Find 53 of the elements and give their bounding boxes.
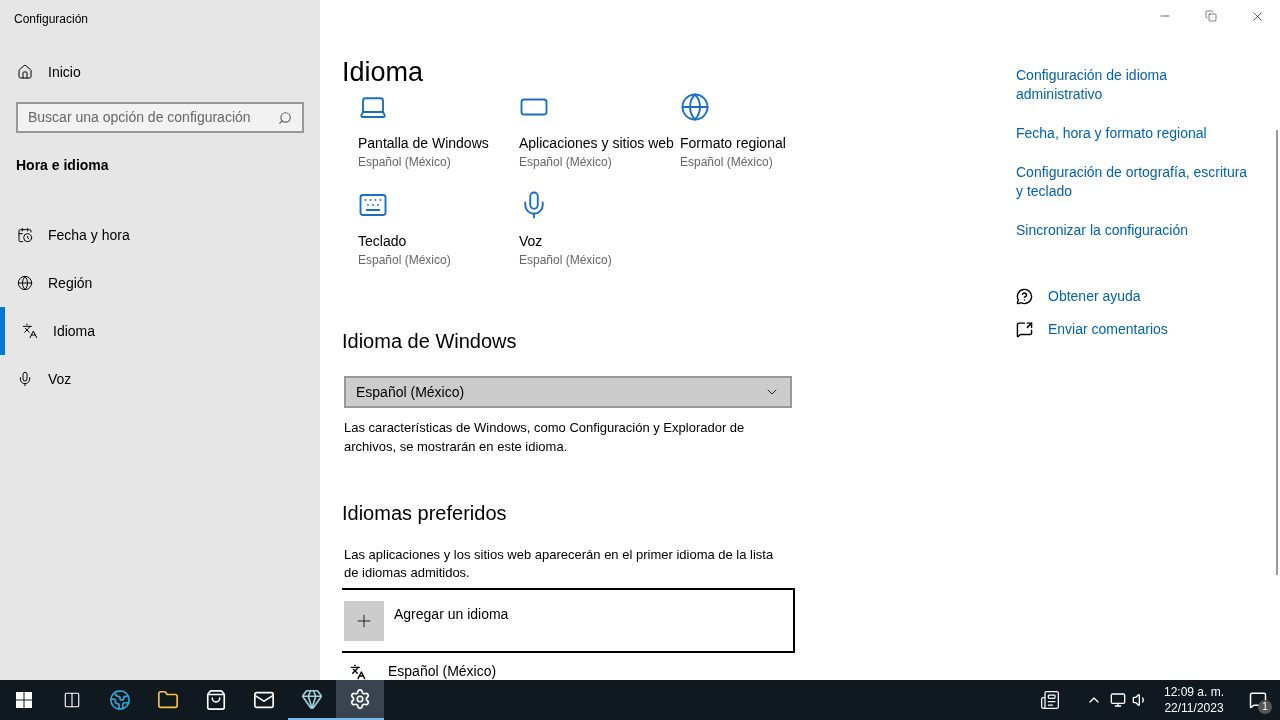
notification-badge: 1 [1258,700,1272,714]
clock[interactable]: 12:09 a. m. 22/11/2023 [1156,684,1232,716]
globe-icon [680,92,710,122]
related-link[interactable]: Fecha, hora y formato regional [1016,124,1256,143]
section-heading: Hora e idioma [15,156,110,175]
nav-item[interactable]: Fecha y hora [0,211,320,259]
language-tile[interactable]: Teclado Español (México) [358,190,519,270]
crystal-app-icon [301,688,323,710]
window-title: Configuración [13,11,90,28]
notification-icon [1249,691,1267,709]
language-item[interactable]: Español (México) [350,661,842,680]
nav-item[interactable]: Idioma [0,307,320,355]
description-text: Las aplicaciones y los sitios web aparecerán en el primer idioma de la lista de idiomas admitidos. [344,546,775,582]
help-chat-icon [1016,288,1033,305]
add-language-button[interactable]: Agregar un idioma [342,588,795,653]
home-item[interactable]: Inicio [0,48,320,96]
nav-item[interactable]: Región [0,259,320,307]
section-heading: Idioma de Windows [342,329,518,354]
windows-logo-icon [16,692,32,708]
task-view-icon [63,691,81,709]
language-icon [350,663,366,680]
feedback-icon [1016,321,1033,338]
network-icon[interactable] [1110,692,1126,708]
globe-icon [17,275,33,291]
language-icon [22,323,38,339]
browser-icon [109,689,131,711]
home-icon [17,64,33,80]
page-title: Idioma [342,56,425,89]
help-link[interactable]: Enviar comentarios [1016,319,1256,340]
language-tile[interactable]: Pantalla de Windows Español (México) [358,92,519,172]
taskbar-app[interactable] [336,680,384,720]
search-field[interactable]: Buscar una opción de configuración [16,102,304,133]
language-tile[interactable]: Formato regional Español (México) [680,92,841,172]
related-link[interactable]: Configuración de ortografía, escritura y teclado [1016,163,1256,201]
store-bag-icon [205,689,227,711]
restore-icon [1205,10,1217,22]
related-link[interactable]: Configuración de idioma administrativo [1016,66,1256,104]
calendar-clock-icon [17,227,33,243]
language-dropdown[interactable]: Español (México) [344,376,792,408]
notification-button[interactable]: 1 [1236,680,1280,720]
language-tile[interactable]: Voz Español (México) [519,190,680,270]
description-text: Las características de Windows, como Configuración y Explorador de archivos, se mostrarán en este idioma. [344,419,746,456]
search-icon [278,110,292,125]
microphone-icon [17,371,33,387]
folder-icon [157,689,179,711]
language-tile[interactable]: Aplicaciones y sitios web Español (México) [519,92,680,172]
news-icon[interactable] [1040,690,1060,710]
related-link[interactable]: Sincronizar la configuración [1016,221,1256,240]
mail-icon [253,689,275,711]
help-link[interactable]: Obtener ayuda [1016,286,1256,307]
nav-item[interactable]: Voz [0,355,320,403]
settings-icon [349,688,371,710]
section-heading: Idiomas preferidos [342,501,508,526]
